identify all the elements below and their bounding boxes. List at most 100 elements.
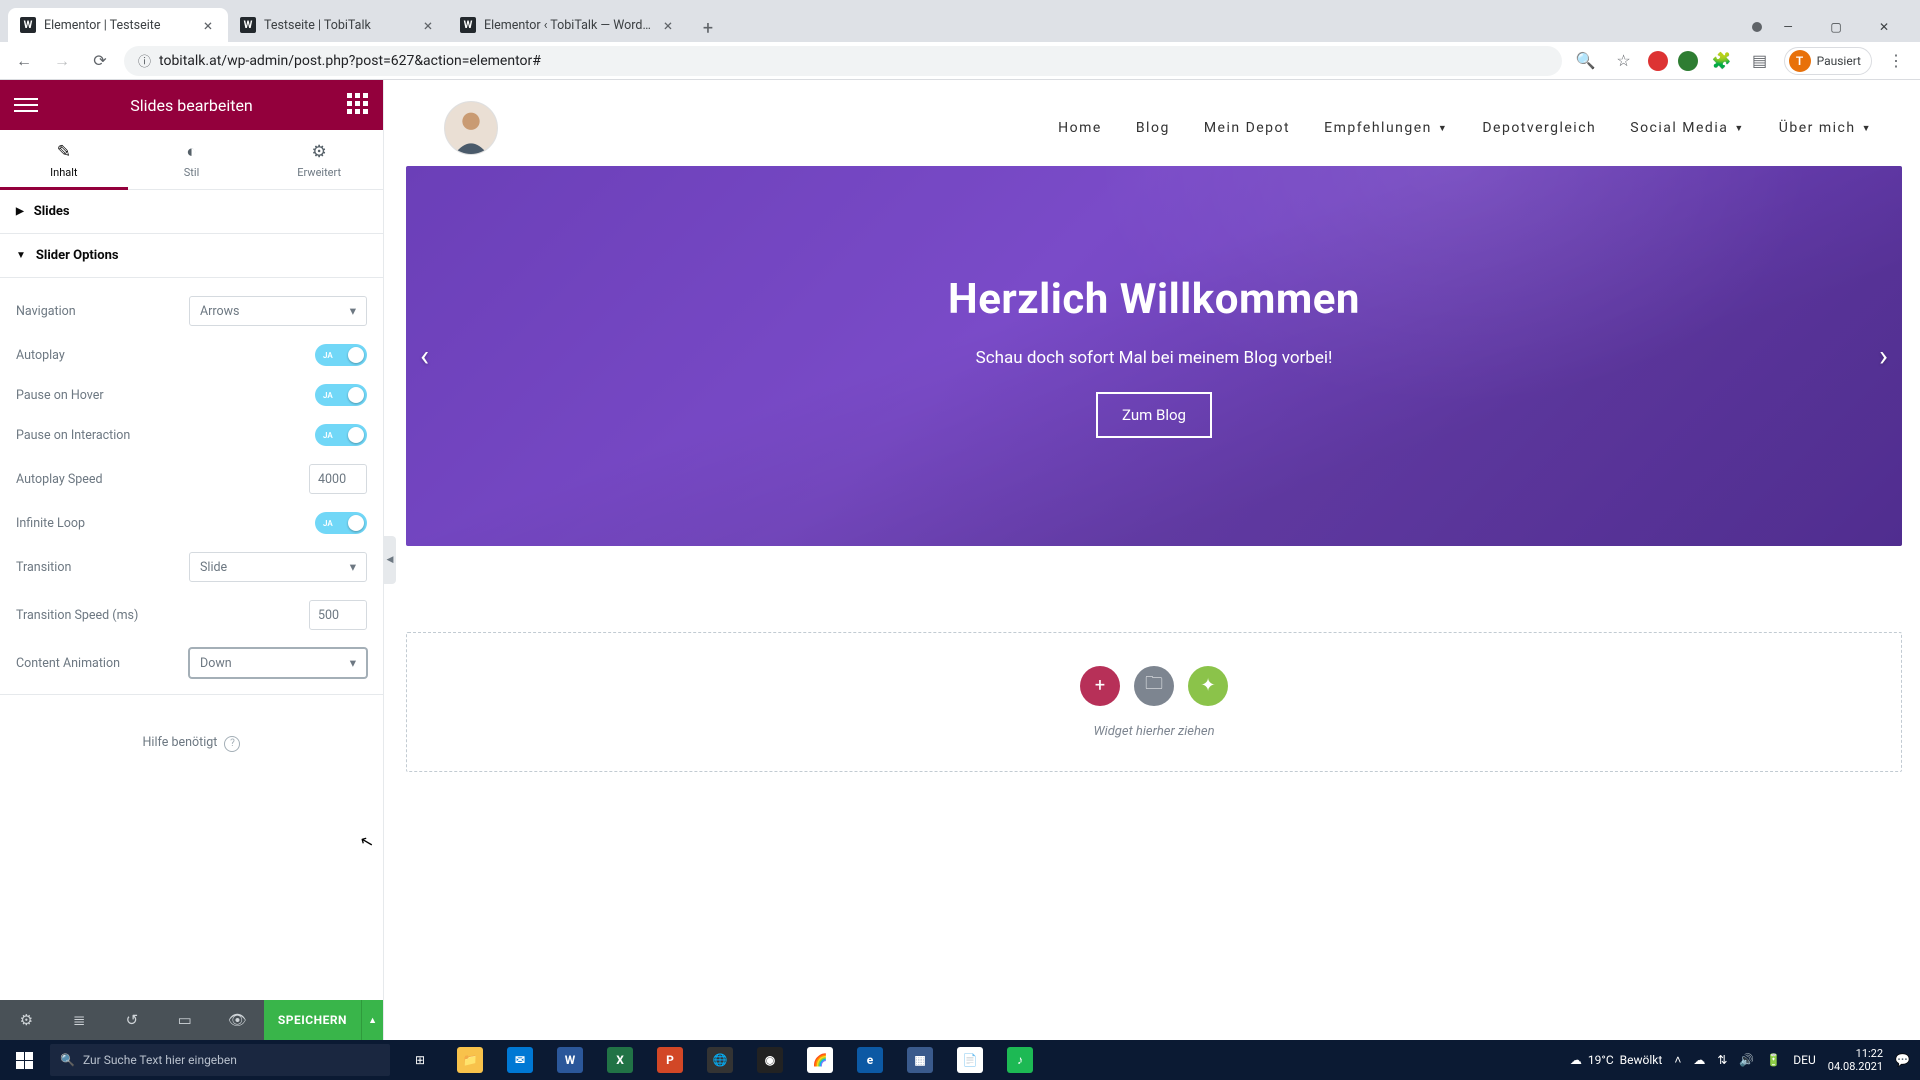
close-window-button[interactable]: ✕ xyxy=(1862,12,1906,42)
account-dot-icon[interactable] xyxy=(1752,22,1762,32)
nav-empfehlungen[interactable]: Empfehlungen▼ xyxy=(1324,120,1448,136)
tab-style[interactable]: ◐ Stil xyxy=(128,130,256,189)
battery-icon[interactable]: 🔋 xyxy=(1766,1053,1781,1067)
add-section-dropzone[interactable]: + 🗀 ✦ Widget hierher ziehen xyxy=(406,632,1902,772)
panel-tabs: ✎ Inhalt ◐ Stil ⚙ Erweitert xyxy=(0,130,383,190)
main-nav: Home Blog Mein Depot Empfehlungen▼ Depot… xyxy=(1058,120,1902,136)
minimize-button[interactable]: — xyxy=(1766,12,1810,42)
extensions-puzzle-icon[interactable]: 🧩 xyxy=(1708,47,1736,75)
tab-advanced[interactable]: ⚙ Erweitert xyxy=(255,130,383,189)
menu-icon[interactable] xyxy=(14,93,38,117)
section-slider-options[interactable]: ▼ Slider Options xyxy=(0,234,383,278)
chevron-down-icon: ▾ xyxy=(350,655,356,671)
browser-tab[interactable]: W Elementor ‹ TobiTalk — WordPre × xyxy=(448,8,688,42)
widgets-grid-icon[interactable] xyxy=(345,93,369,117)
nav-uber[interactable]: Über mich▼ xyxy=(1779,120,1872,136)
nav-depot[interactable]: Mein Depot xyxy=(1204,120,1290,136)
preview-icon[interactable]: 👁 xyxy=(211,1011,264,1029)
app-icon[interactable]: ▦ xyxy=(896,1040,944,1080)
nav-home[interactable]: Home xyxy=(1058,120,1102,136)
toggle-infinite-loop[interactable]: JA xyxy=(315,512,367,534)
app-obs[interactable]: ◉ xyxy=(746,1040,794,1080)
back-button[interactable]: ← xyxy=(10,47,38,75)
slider-next-arrow[interactable]: › xyxy=(1879,339,1888,374)
onedrive-icon[interactable]: ☁ xyxy=(1693,1053,1705,1067)
navigator-icon[interactable]: ≣ xyxy=(53,1011,106,1029)
notifications-icon[interactable]: 💬 xyxy=(1895,1053,1910,1067)
nav-depotvergleich[interactable]: Depotvergleich xyxy=(1482,120,1596,136)
help-link[interactable]: Hilfe benötigt ? xyxy=(0,695,383,762)
tab-content[interactable]: ✎ Inhalt xyxy=(0,130,128,189)
hero-cta-button[interactable]: Zum Blog xyxy=(1096,392,1212,438)
start-button[interactable] xyxy=(0,1040,48,1080)
slider-prev-arrow[interactable]: ‹ xyxy=(420,339,429,374)
extension-icon[interactable] xyxy=(1678,51,1698,71)
toggle-pause-hover[interactable]: JA xyxy=(315,384,367,406)
task-view-button[interactable]: ⊞ xyxy=(396,1040,444,1080)
elementor-panel: Slides bearbeiten ✎ Inhalt ◐ Stil ⚙ Erwe… xyxy=(0,80,384,1040)
slider-options-controls: Navigation Arrows ▾ Autoplay JA Pause on… xyxy=(0,278,383,695)
input-transition-speed[interactable]: 500 xyxy=(309,600,367,630)
label-infinite-loop: Infinite Loop xyxy=(16,516,85,531)
nav-social[interactable]: Social Media▼ xyxy=(1630,120,1745,136)
browser-tab[interactable]: W Testseite | TobiTalk × xyxy=(228,8,448,42)
close-icon[interactable]: × xyxy=(420,17,436,33)
toggle-autoplay[interactable]: JA xyxy=(315,344,367,366)
pencil-icon: ✎ xyxy=(0,142,128,162)
select-navigation[interactable]: Arrows ▾ xyxy=(189,296,367,326)
app-word[interactable]: W xyxy=(546,1040,594,1080)
save-button[interactable]: SPEICHERN xyxy=(264,1000,361,1040)
volume-icon[interactable]: 🔊 xyxy=(1739,1053,1754,1067)
close-icon[interactable]: × xyxy=(200,17,216,33)
close-icon[interactable]: × xyxy=(660,17,676,33)
app-powerpoint[interactable]: P xyxy=(646,1040,694,1080)
save-options-button[interactable]: ▲ xyxy=(361,1000,383,1040)
site-logo-avatar[interactable] xyxy=(444,101,498,155)
zoom-icon[interactable]: 🔍 xyxy=(1572,47,1600,75)
app-notepad[interactable]: 📄 xyxy=(946,1040,994,1080)
section-slides[interactable]: ▶ Slides xyxy=(0,190,383,234)
panel-title: Slides bearbeiten xyxy=(130,96,253,115)
app-chrome[interactable]: 🌈 xyxy=(796,1040,844,1080)
reading-list-icon[interactable]: ▤ xyxy=(1746,47,1774,75)
history-icon[interactable]: ↺ xyxy=(106,1011,159,1029)
add-section-button[interactable]: + xyxy=(1080,666,1120,706)
hero-slider[interactable]: ‹ Herzlich Willkommen Schau doch sofort … xyxy=(406,166,1902,546)
maximize-button[interactable]: ▢ xyxy=(1814,12,1858,42)
app-mail[interactable]: ✉ xyxy=(496,1040,544,1080)
editor-canvas: Home Blog Mein Depot Empfehlungen▼ Depot… xyxy=(384,80,1920,1040)
profile-button[interactable]: T Pausiert xyxy=(1784,47,1872,75)
app-spotify[interactable]: ♪ xyxy=(996,1040,1044,1080)
kebab-menu-icon[interactable]: ⋮ xyxy=(1882,47,1910,75)
app-explorer[interactable]: 📁 xyxy=(446,1040,494,1080)
browser-tab[interactable]: W Elementor | Testseite × xyxy=(8,8,228,42)
app-excel[interactable]: X xyxy=(596,1040,644,1080)
toggle-pause-interaction[interactable]: JA xyxy=(315,424,367,446)
label-pause-hover: Pause on Hover xyxy=(16,388,104,403)
taskbar-clock[interactable]: 11:22 04.08.2021 xyxy=(1828,1047,1883,1073)
add-template-button[interactable]: 🗀 xyxy=(1134,666,1174,706)
network-icon[interactable]: ⇅ xyxy=(1717,1053,1727,1067)
weather-widget[interactable]: ☁ 19°C Bewölkt xyxy=(1570,1053,1662,1067)
extension-icon[interactable] xyxy=(1648,51,1668,71)
select-transition[interactable]: Slide ▾ xyxy=(189,552,367,582)
settings-icon[interactable]: ⚙ xyxy=(0,1011,53,1029)
panel-collapse-handle[interactable]: ◀ xyxy=(384,536,396,584)
new-tab-button[interactable]: + xyxy=(694,14,722,42)
app-edge[interactable]: e xyxy=(846,1040,894,1080)
select-content-animation[interactable]: Down ▾ xyxy=(189,648,367,678)
language-indicator[interactable]: DEU xyxy=(1793,1053,1815,1067)
forward-button[interactable]: → xyxy=(48,47,76,75)
nav-blog[interactable]: Blog xyxy=(1136,120,1170,136)
reload-button[interactable]: ⟳ xyxy=(86,47,114,75)
label-navigation: Navigation xyxy=(16,304,76,319)
elementor-ai-button[interactable]: ✦ xyxy=(1188,666,1228,706)
taskbar-search[interactable]: 🔍 Zur Suche Text hier eingeben xyxy=(50,1044,390,1076)
app-icon[interactable]: 🌐 xyxy=(696,1040,744,1080)
responsive-icon[interactable]: ▭ xyxy=(158,1011,211,1029)
url-field[interactable]: ⓘ tobitalk.at/wp-admin/post.php?post=627… xyxy=(124,46,1562,76)
bookmark-star-icon[interactable]: ☆ xyxy=(1610,47,1638,75)
input-autoplay-speed[interactable]: 4000 xyxy=(309,464,367,494)
site-info-icon[interactable]: ⓘ xyxy=(138,51,151,70)
tray-chevron-icon[interactable]: ˄ xyxy=(1674,1053,1681,1067)
